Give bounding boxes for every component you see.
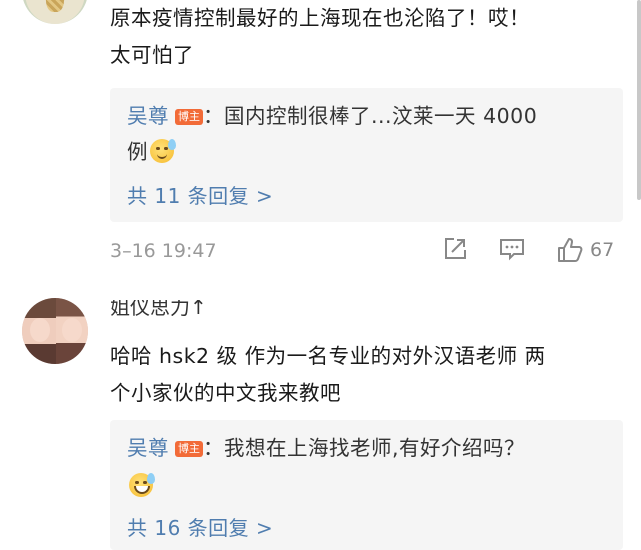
comment-line: 哈哈 hsk2 级 作为一名专业的对外汉语老师 两	[110, 344, 546, 368]
reply-card[interactable]: 吴尊 博主 ：国内控制很棒了...汶莱一天 4000 例 共 11 条回复 >	[110, 88, 623, 222]
reply-author[interactable]: 吴尊	[127, 104, 169, 128]
reply-card[interactable]: 吴尊 博主 ：我想在上海找老师,有好介绍吗？ 共 16 条回复 >	[110, 420, 623, 550]
comment-button[interactable]	[498, 236, 526, 262]
reply-text: ：我想在上海找老师,有好介绍吗？	[203, 436, 526, 460]
reply-line: 例	[127, 134, 607, 171]
comment-author[interactable]: 姐仪思力↑	[110, 300, 207, 316]
like-count: 67	[590, 239, 615, 261]
blogger-badge: 博主	[175, 441, 203, 457]
avatar[interactable]	[22, 0, 88, 24]
pineapple-avatar-image	[46, 0, 64, 12]
comment-icon	[500, 239, 524, 261]
more-replies-link[interactable]: 共 11 条回复 >	[127, 180, 273, 209]
avatar[interactable]	[22, 298, 88, 364]
scrollbar[interactable]	[637, 0, 641, 200]
share-icon	[445, 238, 466, 259]
blogger-badge: 博主	[175, 109, 203, 125]
reply-line: 吴尊 博主 ：我想在上海找老师,有好介绍吗？	[127, 430, 607, 467]
reply-text: ：国内控制很棒了...汶莱一天 4000	[203, 104, 538, 128]
share-button[interactable]	[442, 236, 468, 262]
comment-time: 3–16 19:47	[110, 240, 217, 262]
comment-line: 个小家伙的中文我来教吧	[110, 381, 341, 405]
comment-body: 哈哈 hsk2 级 作为一名专业的对外汉语老师 两 个小家伙的中文我来教吧	[110, 338, 615, 412]
comment-line: 太可怕了	[110, 43, 194, 67]
comment-body: 原本疫情控制最好的上海现在也沦陷了！哎！ 太可怕了	[110, 0, 615, 74]
reply-text: 例	[127, 140, 148, 164]
grin-sweat-emoji-icon	[129, 473, 155, 497]
like-button[interactable]: 67	[556, 236, 614, 264]
reply-author[interactable]: 吴尊	[127, 436, 169, 460]
reply-line	[127, 468, 607, 505]
sweat-emoji-icon	[150, 139, 176, 163]
thumbs-up-icon	[558, 238, 583, 262]
reply-line: 吴尊 博主 ：国内控制很棒了...汶莱一天 4000	[127, 98, 607, 135]
more-replies-link[interactable]: 共 16 条回复 >	[127, 512, 273, 541]
comment-line: 原本疫情控制最好的上海现在也沦陷了！哎！	[110, 6, 530, 30]
